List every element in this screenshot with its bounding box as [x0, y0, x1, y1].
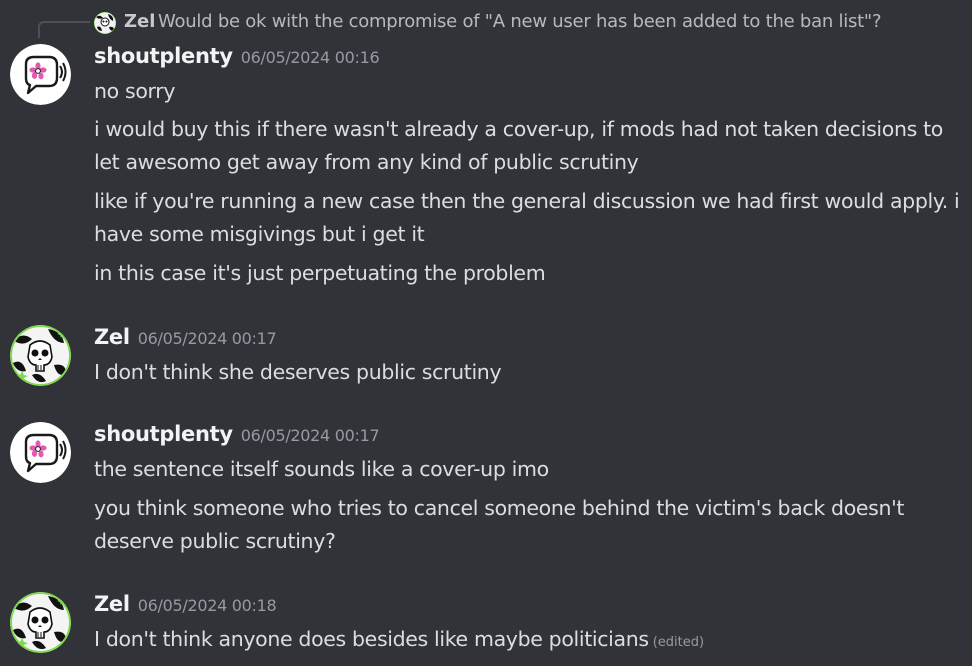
message-text: like if you're running a new case then t… — [94, 189, 960, 213]
reply-avatar-icon[interactable] — [94, 12, 116, 34]
message-text: I don't think she deserves public scruti… — [94, 360, 502, 384]
zel-avatar-icon[interactable] — [10, 325, 71, 386]
reply-author[interactable]: Zel — [124, 11, 155, 33]
message-text: you think someone who tries to cancel so… — [94, 496, 905, 520]
message-text-content: I don't think anyone does besides like m… — [94, 627, 649, 651]
username[interactable]: shoutplenty — [94, 422, 233, 446]
timestamp[interactable]: 06/05/2024 00:18 — [138, 596, 277, 615]
edited-label: (edited) — [652, 635, 705, 650]
message-text: let awesomo get away from any kind of pu… — [94, 150, 639, 174]
reply-spine — [38, 21, 90, 38]
message-text: i would buy this if there wasn't already… — [94, 117, 943, 141]
shoutplenty-avatar-icon[interactable] — [10, 44, 71, 105]
message-header: Zel 06/05/2024 00:17 — [94, 325, 277, 353]
message-text: no sorry — [94, 79, 176, 103]
username[interactable]: shoutplenty — [94, 44, 233, 68]
reply-text[interactable]: Would be ok with the compromise of "A ne… — [158, 11, 882, 33]
message-text: in this case it's just perpetuating the … — [94, 261, 546, 285]
message-header: shoutplenty 06/05/2024 00:17 — [94, 422, 380, 450]
timestamp[interactable]: 06/05/2024 00:16 — [241, 48, 380, 67]
message-header: shoutplenty 06/05/2024 00:16 — [94, 44, 380, 72]
message-text: have some misgivings but i get it — [94, 222, 425, 246]
shoutplenty-avatar-icon[interactable] — [10, 422, 71, 483]
username[interactable]: Zel — [94, 592, 130, 616]
username[interactable]: Zel — [94, 325, 130, 349]
zel-avatar-icon[interactable] — [10, 592, 71, 653]
message-text: deserve public scrutiny? — [94, 529, 336, 553]
message-text: I don't think anyone does besides like m… — [94, 623, 969, 659]
message-text: the sentence itself sounds like a cover-… — [94, 457, 549, 481]
timestamp[interactable]: 06/05/2024 00:17 — [138, 329, 277, 348]
message-header: Zel 06/05/2024 00:18 — [94, 592, 277, 620]
reply-reference[interactable]: Zel Would be ok with the compromise of "… — [38, 10, 968, 38]
timestamp[interactable]: 06/05/2024 00:17 — [241, 426, 380, 445]
